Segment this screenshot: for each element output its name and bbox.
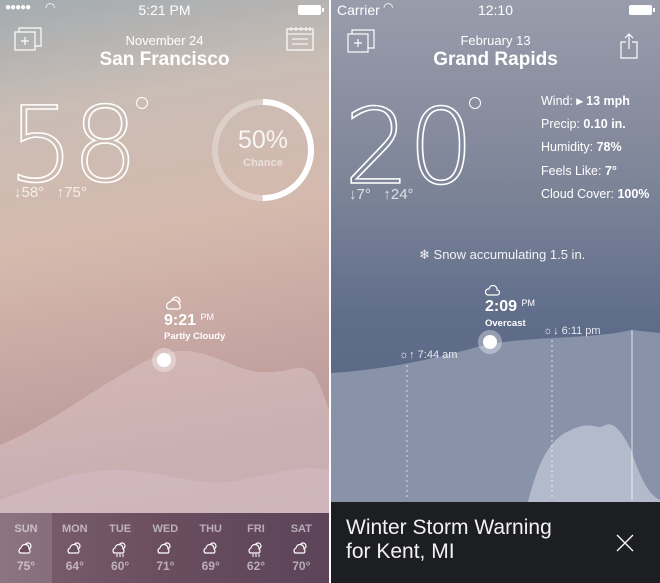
forecast-day-temp: 64° [65, 559, 84, 573]
alert-text: Winter Storm Warning for Kent, MI [346, 516, 552, 564]
alert-subtitle: for Kent, MI [346, 540, 455, 563]
forecast-day-temp: 69° [201, 559, 220, 573]
current-condition: Overcast [485, 318, 526, 329]
alert-title: Winter Storm Warning [346, 516, 552, 539]
rain-icon [248, 542, 262, 557]
time-scrubber-handle[interactable] [152, 348, 176, 372]
partly-cloudy-icon [293, 542, 307, 554]
forecast-day-fri[interactable]: FRI 62° [234, 513, 279, 583]
cloud-icon [485, 284, 501, 296]
grand-rapids-panel: Carrier ◠ 12:10 February 13 Grand Rapids… [331, 0, 660, 583]
detail-row: Feels Like: 7° [541, 164, 657, 188]
forecast-day-temp: 62° [246, 559, 266, 573]
detail-label: Feels Like: [541, 163, 602, 178]
forecast-day-thu[interactable]: THU 69° [188, 513, 233, 583]
detail-value: ▸ 13 mph [576, 94, 630, 108]
forecast-day-tue[interactable]: TUE 60° [98, 513, 143, 583]
status-bar: ●●●●● ◠ 5:21 PM [0, 0, 329, 18]
forecast-day-temp: 71° [156, 559, 175, 573]
sunrise-label: ☼↑ 7:44 am [399, 349, 458, 361]
low-arrow-icon: ↓ [349, 186, 357, 203]
detail-row: Wind: ▸ 13 mph [541, 93, 657, 117]
snow-note: ❄ Snow accumulating 1.5 in. [419, 247, 586, 262]
partly-cloudy-icon [166, 296, 181, 310]
snowflake-icon: ❄ [419, 247, 430, 262]
forecast-day-label: WED [152, 523, 179, 535]
sunset-label: ☼↓ 6:11 pm [543, 325, 601, 337]
current-time: 9:21 PM [164, 312, 214, 329]
city-name: San Francisco [99, 49, 230, 70]
forecast-day-label: MON [61, 523, 88, 535]
close-icon[interactable] [616, 534, 634, 552]
high-temp: 75° [64, 184, 87, 201]
current-time: 2:09 PM [485, 298, 535, 315]
forecast-day-label: THU [199, 523, 222, 535]
forecast-day-label: SAT [290, 523, 312, 535]
current-condition: Partly Cloudy [164, 331, 226, 342]
low-high: ↓58° ↑75° [14, 184, 87, 201]
status-bar: Carrier ◠ 12:10 [331, 0, 660, 18]
detail-label: Cloud Cover: [541, 187, 614, 201]
detail-value: 7° [604, 163, 617, 178]
high-temp: 24° [390, 186, 414, 203]
forecast-day-label: SUN [14, 523, 38, 535]
time-scrubber-handle[interactable] [478, 330, 502, 354]
partly-cloudy-icon [203, 542, 217, 554]
low-temp: 58° [21, 184, 45, 201]
partly-cloudy-icon [18, 542, 32, 554]
forecast-bar: SUN 75° MON 64° TUE 60° WED 71° THU 69° FRI 62° SAT 7… [0, 513, 329, 583]
forecast-day-temp: 75° [16, 559, 36, 573]
sunrise-icon: ☼↑ [399, 349, 415, 361]
battery-icon [629, 5, 655, 15]
partly-cloudy-icon [67, 542, 81, 554]
detail-label: Humidity: [541, 140, 594, 154]
detail-label: Wind: [541, 94, 573, 108]
forecast-day-sun[interactable]: SUN 75° [0, 513, 52, 583]
forecast-day-temp: 60° [111, 559, 130, 573]
detail-label: Precip: [541, 116, 580, 131]
precip-chance-label: Chance [243, 157, 283, 169]
high-arrow-icon: ↑ [383, 186, 391, 203]
forecast-day-label: FRI [247, 523, 265, 535]
degree-symbol [469, 97, 481, 109]
degree-symbol [136, 97, 148, 109]
date-label: February 13 [460, 33, 531, 48]
city-name: Grand Rapids [433, 49, 558, 70]
forecast-day-mon[interactable]: MON 64° [52, 513, 97, 583]
detail-value: 100% [617, 187, 650, 201]
forecast-day-temp: 70° [292, 559, 311, 573]
low-temp: 7° [356, 186, 371, 203]
detail-value: 78% [596, 140, 622, 154]
precip-chance-value: 50% [237, 126, 289, 154]
partly-cloudy-icon [157, 542, 171, 554]
forecast-day-sat[interactable]: SAT 70° [279, 513, 324, 583]
detail-row: Cloud Cover: 100% [541, 187, 657, 211]
status-time: 5:21 PM [138, 2, 191, 18]
weather-alert-banner[interactable]: Winter Storm Warning for Kent, MI [331, 502, 660, 583]
detail-row: Precip: 0.10 in. [541, 117, 657, 141]
sunset-icon: ☼↓ [543, 325, 559, 337]
san-francisco-panel: ●●●●● ◠ 5:21 PM November 24 San Francisc… [0, 0, 329, 583]
detail-value: 0.10 in. [583, 116, 626, 131]
detail-row: Humidity: 78% [541, 140, 657, 164]
low-high: ↓7° ↑24° [349, 186, 414, 203]
status-time: 12:10 [477, 2, 514, 18]
date-label: November 24 [125, 33, 204, 48]
forecast-day-label: TUE [109, 523, 132, 535]
weather-details: Wind: ▸ 13 mph Precip: 0.10 in. Humidity: … [541, 93, 657, 211]
low-arrow-icon: ↓ [14, 184, 22, 201]
rain-icon [112, 542, 126, 557]
battery-icon [298, 5, 324, 15]
forecast-day-wed[interactable]: WED 71° [143, 513, 188, 583]
